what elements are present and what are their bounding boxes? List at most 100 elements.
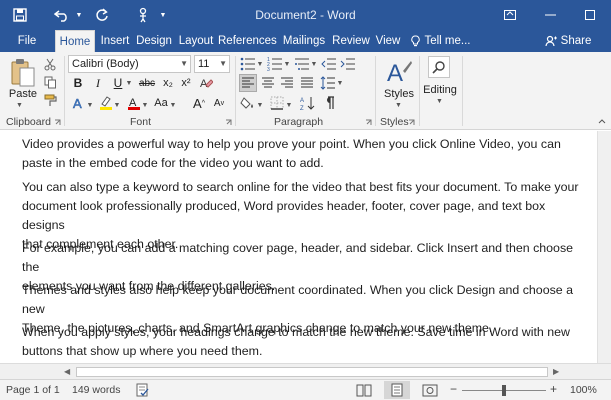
proofing-icon[interactable] [136,383,150,400]
styles-icon[interactable]: A [384,56,414,88]
font-size-select[interactable]: 11 ▼ [194,55,230,73]
paragraph-1[interactable]: Video provides a powerful way to help yo… [22,135,582,173]
document-page[interactable]: Video provides a powerful way to help yo… [0,131,611,363]
ribbon-tab-bar: File Home Insert Design Layout Reference… [0,30,611,52]
borders-icon[interactable] [268,94,286,112]
word-count[interactable]: 149 words [72,384,120,396]
line-spacing-icon[interactable] [319,74,337,92]
scroll-left-icon[interactable]: ◀ [64,367,70,376]
paragraph-group-label: Paragraph [274,116,324,128]
font-name-value: Calibri (Body) [72,58,139,70]
multilevel-list-icon[interactable] [293,55,311,73]
numbering-icon[interactable]: 123 [266,55,284,73]
share-button[interactable]: Share [540,30,596,52]
tab-layout[interactable]: Layout [176,30,216,52]
font-name-select[interactable]: Calibri (Body) ▼ [68,55,191,73]
lightbulb-icon [411,35,421,47]
tab-references[interactable]: References [218,30,277,52]
tab-view[interactable]: View [372,30,404,52]
styles-dropdown-icon[interactable]: ▼ [395,102,402,109]
ribbon-separator [64,56,65,126]
tab-insert[interactable]: Insert [96,30,134,52]
align-right-icon[interactable] [278,74,296,92]
horizontal-scrollbar[interactable]: ◀ ▶ [0,363,611,379]
share-label: Share [560,35,592,47]
highlight-dropdown-icon[interactable]: ▼ [113,96,121,114]
justify-icon[interactable] [298,74,316,92]
scroll-right-icon[interactable]: ▶ [553,367,559,376]
tab-file[interactable]: File [10,30,44,52]
ribbon-display-icon[interactable] [490,0,530,30]
show-formatting-icon[interactable] [320,94,338,112]
zoom-out-icon[interactable]: − [450,382,457,396]
borders-dropdown-icon[interactable]: ▼ [285,96,293,114]
decrease-indent-icon[interactable] [320,55,338,73]
change-case-dropdown-icon[interactable]: ▼ [169,96,177,114]
vertical-scrollbar[interactable] [597,131,611,363]
clipboard-launcher-icon[interactable] [53,118,61,126]
numbering-dropdown-icon[interactable]: ▼ [283,55,291,73]
sort-icon[interactable]: AZ [299,94,317,112]
change-case-button[interactable]: Aa [151,94,171,112]
subscript-button[interactable]: x₂ [160,74,176,92]
paragraph-launcher-icon[interactable] [364,118,372,126]
tab-design[interactable]: Design [135,30,173,52]
tab-home[interactable]: Home [55,30,95,52]
multilevel-dropdown-icon[interactable]: ▼ [310,55,318,73]
maximize-icon[interactable] [570,0,610,30]
person-icon [545,35,557,47]
font-group-label: Font [130,116,152,128]
chevron-down-icon: ▼ [219,59,227,68]
grow-font-button[interactable]: A ^ [192,94,206,112]
editing-label[interactable]: Editing [420,84,460,96]
ribbon-home: Paste ▼ Clipboard Calibri (Body) ▼ 11 ▼ … [0,52,611,130]
underline-button[interactable]: U [110,74,126,92]
bullets-icon[interactable] [239,55,257,73]
zoom-level[interactable]: 100% [570,384,597,396]
text-effects-dropdown-icon[interactable]: ▼ [86,96,94,114]
paste-dropdown-icon[interactable]: ▼ [16,102,23,109]
svg-text:3: 3 [267,67,270,71]
increase-indent-icon[interactable] [339,55,357,73]
tab-review[interactable]: Review [330,30,372,52]
bold-button[interactable]: B [70,74,86,92]
ribbon-separator [235,56,236,126]
styles-launcher-icon[interactable] [407,118,415,126]
clear-formatting-icon[interactable]: A [198,74,214,92]
copy-icon[interactable] [42,74,58,90]
strikethrough-button[interactable]: abc [136,74,158,92]
collapse-ribbon-icon[interactable] [597,116,607,126]
zoom-in-icon[interactable]: + [550,382,557,396]
page-count[interactable]: Page 1 of 1 [6,384,60,396]
italic-button[interactable]: I [90,74,106,92]
print-layout-icon[interactable] [384,381,410,399]
paste-icon[interactable] [8,56,38,90]
tell-me-box[interactable]: Tell me... [408,30,474,52]
line-spacing-dropdown-icon[interactable]: ▼ [336,74,344,92]
editing-dropdown-icon[interactable]: ▼ [436,98,443,105]
align-center-icon[interactable] [259,74,277,92]
shading-dropdown-icon[interactable]: ▼ [256,96,264,114]
align-left-icon[interactable] [239,74,257,92]
font-color-dropdown-icon[interactable]: ▼ [141,96,149,114]
styles-label[interactable]: Styles [380,88,418,100]
font-launcher-icon[interactable] [224,118,232,126]
find-icon[interactable] [428,56,450,78]
shading-icon[interactable] [239,94,257,112]
tell-me-label: Tell me... [424,35,471,47]
horizontal-scroll-thumb[interactable] [76,367,548,377]
tab-mailings[interactable]: Mailings [280,30,328,52]
paragraph-5[interactable]: When you apply styles, your headings cha… [22,323,582,361]
paste-label[interactable]: Paste [8,88,38,100]
read-mode-icon[interactable] [356,383,372,400]
zoom-slider-thumb[interactable] [502,385,506,396]
web-layout-icon[interactable] [422,383,438,400]
shrink-font-button[interactable]: Av [212,94,226,112]
minimize-icon[interactable] [530,0,570,30]
superscript-button[interactable]: x² [178,74,194,92]
svg-text:A: A [73,96,82,111]
cut-icon[interactable] [42,56,58,72]
bullets-dropdown-icon[interactable]: ▼ [256,55,264,73]
underline-dropdown-icon[interactable]: ▼ [125,74,133,92]
format-painter-icon[interactable] [42,92,58,108]
